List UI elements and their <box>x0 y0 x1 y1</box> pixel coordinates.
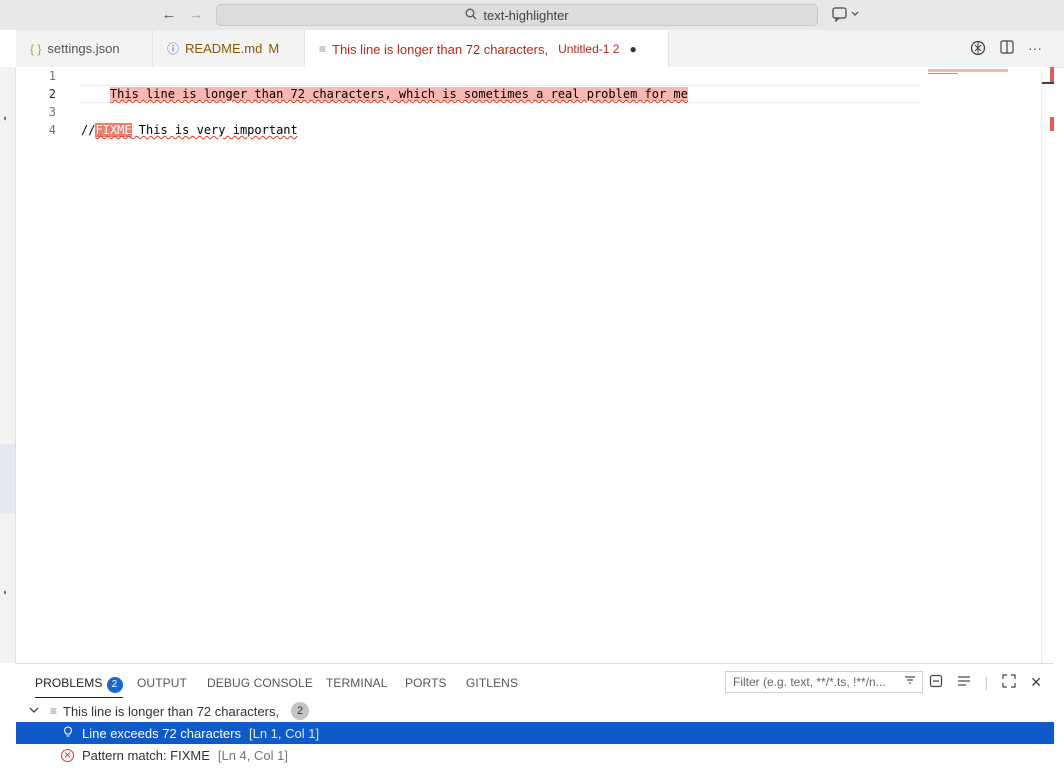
error-marker <box>1050 117 1054 131</box>
minimap[interactable] <box>928 67 1008 87</box>
tab-debug-console[interactable]: DEBUG CONSOLE <box>207 676 313 690</box>
tab-settings-json[interactable]: { } settings.json <box>16 30 153 67</box>
error-marker <box>1050 67 1054 83</box>
editor-actions: ··· <box>970 40 1042 59</box>
search-icon <box>465 8 477 23</box>
bottom-panel: PROBLEMS 2 OUTPUT DEBUG CONSOLE TERMINAL … <box>16 663 1054 781</box>
lightbulb-icon[interactable] <box>63 725 73 741</box>
maximize-panel-icon[interactable] <box>1002 674 1016 691</box>
openai-icon[interactable] <box>970 40 986 59</box>
error-icon: ✕ <box>61 748 74 762</box>
modified-indicator: M <box>268 41 280 56</box>
problem-group-count: 2 <box>291 702 310 720</box>
search-text: text-highlighter <box>483 7 569 23</box>
code-line-4[interactable]: //FIXME This is very important <box>81 121 298 139</box>
line-number: 2 <box>48 87 56 101</box>
panel-actions: | ✕ <box>929 674 1042 691</box>
editor-scrollbar[interactable] <box>1041 67 1054 663</box>
tab-label: This line is longer than 72 characters, <box>332 41 549 57</box>
cursor-marker <box>1042 82 1054 84</box>
problem-message: Line exceeds 72 characters <box>82 725 241 741</box>
copilot-chat-icon[interactable] <box>832 6 862 24</box>
minimap-line <box>928 69 1008 72</box>
problem-message: Pattern match: FIXME <box>82 747 210 763</box>
fixme-highlight: FIXME <box>95 123 132 137</box>
problem-location: [Ln 1, Col 1] <box>248 725 320 741</box>
back-arrow-icon[interactable]: ← <box>160 6 178 24</box>
problems-filter-input[interactable]: Filter (e.g. text, **/*.ts, !**/n... <box>725 671 923 693</box>
collapse-all-icon[interactable] <box>929 674 943 691</box>
chevron-down-icon[interactable] <box>28 704 40 719</box>
sidebar-mark: ◖ <box>2 587 8 597</box>
title-bar: ← → text-highlighter <box>0 0 1064 30</box>
problems-count-badge: 2 <box>106 677 123 693</box>
tab-label: settings.json <box>47 41 120 56</box>
problem-row[interactable]: Line exceeds 72 characters [Ln 1, Col 1] <box>16 722 1054 744</box>
comment-text: This is very important <box>131 123 298 137</box>
line-number: 4 <box>48 123 56 137</box>
code-editor[interactable]: 1 2 3 4 This line is longer than 72 char… <box>16 67 1041 663</box>
text-file-icon: ≡ <box>50 704 58 718</box>
problem-group-label: This line is longer than 72 characters, <box>63 703 280 719</box>
problem-group-row[interactable]: ≡ This line is longer than 72 characters… <box>16 700 1054 722</box>
code-line-1[interactable]: This line is longer than 72 characters, … <box>81 67 688 101</box>
tab-gitlens[interactable]: GITLENS <box>466 676 518 690</box>
info-file-icon: ⓘ <box>167 42 180 56</box>
editor-tab-bar: { } settings.json ⓘ README.md M ≡ This l… <box>16 30 1064 68</box>
problem-location: [Ln 4, Col 1] <box>217 747 288 763</box>
tab-untitled-1[interactable]: ≡ This line is longer than 72 characters… <box>305 30 669 68</box>
line-number: 3 <box>48 105 56 119</box>
sidebar-mark: ◖ <box>2 113 8 123</box>
more-actions-icon[interactable]: ··· <box>1028 40 1042 59</box>
separator: | <box>984 674 989 690</box>
tab-output[interactable]: OUTPUT <box>137 676 187 690</box>
split-editor-icon[interactable] <box>1000 40 1014 59</box>
unsaved-dot-icon[interactable]: ● <box>629 42 636 56</box>
sidebar-selection <box>0 444 15 514</box>
tab-ports[interactable]: PORTS <box>405 676 447 690</box>
tab-terminal[interactable]: TERMINAL <box>326 676 387 690</box>
comment-prefix: // <box>81 123 96 137</box>
text-file-icon: ≡ <box>319 42 327 56</box>
tab-label: README.md <box>185 41 263 56</box>
view-as-list-icon[interactable] <box>957 674 971 691</box>
tab-label: PROBLEMS <box>35 676 103 690</box>
tab-problems[interactable]: PROBLEMS 2 <box>35 676 123 698</box>
filter-icon[interactable] <box>904 672 916 692</box>
tab-readme-md[interactable]: ⓘ README.md M <box>153 30 305 67</box>
command-center-search[interactable]: text-highlighter <box>216 4 818 26</box>
sidebar-edge: ◖ ◖ <box>0 67 16 663</box>
minimap-line <box>928 73 958 74</box>
filter-placeholder: Filter (e.g. text, **/*.ts, !**/n... <box>733 675 886 689</box>
long-line-highlight: This line is longer than 72 characters, … <box>109 87 688 101</box>
tab-description: Untitled-1 2 <box>558 42 620 56</box>
problem-row[interactable]: ✕ Pattern match: FIXME [Ln 4, Col 1] <box>16 744 1054 766</box>
line-number: 1 <box>48 69 56 83</box>
forward-arrow-icon[interactable]: → <box>187 6 205 24</box>
close-panel-icon[interactable]: ✕ <box>1030 674 1042 691</box>
json-file-icon: { } <box>30 41 42 56</box>
